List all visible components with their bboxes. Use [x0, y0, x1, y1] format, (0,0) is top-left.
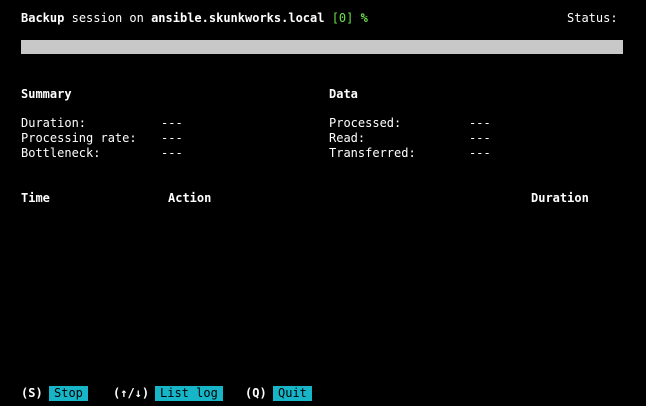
title-backup: Backup	[21, 11, 65, 25]
title-session-on: session on	[71, 11, 144, 25]
title-index: [0]	[331, 11, 354, 25]
summary-rate-value: ---	[161, 131, 183, 145]
log-col-action: Action	[168, 191, 212, 205]
summary-bottleneck-value: ---	[161, 146, 183, 160]
data-processed-label: Processed:	[329, 116, 402, 130]
summary-title: Summary	[21, 87, 72, 101]
summary-duration-label: Duration:	[21, 116, 87, 130]
data-transferred-label: Transferred:	[329, 146, 416, 160]
data-transferred-value: ---	[469, 146, 491, 160]
summary-rate-label: Processing rate:	[21, 131, 137, 145]
log-col-duration: Duration	[531, 191, 589, 205]
list-log-button[interactable]: List log	[155, 386, 223, 401]
stop-key-hint: (S)	[21, 386, 43, 400]
data-read-value: ---	[469, 131, 491, 145]
status-label: Status:	[567, 11, 618, 25]
data-title: Data	[329, 87, 358, 101]
log-col-time: Time	[21, 191, 50, 205]
summary-duration-value: ---	[161, 116, 183, 130]
data-read-label: Read:	[329, 131, 366, 145]
data-processed-value: ---	[469, 116, 491, 130]
stop-button[interactable]: Stop	[49, 386, 88, 401]
session-title: Backup session on ansible.skunkworks.loc…	[21, 11, 368, 26]
progress-bar	[21, 40, 623, 54]
quit-button[interactable]: Quit	[273, 386, 312, 401]
title-percent: %	[360, 11, 368, 25]
title-host: ansible.skunkworks.local	[151, 11, 325, 25]
summary-bottleneck-label: Bottleneck:	[21, 146, 101, 160]
list-log-key-hint: (↑/↓)	[113, 386, 150, 400]
quit-key-hint: (Q)	[245, 386, 267, 400]
